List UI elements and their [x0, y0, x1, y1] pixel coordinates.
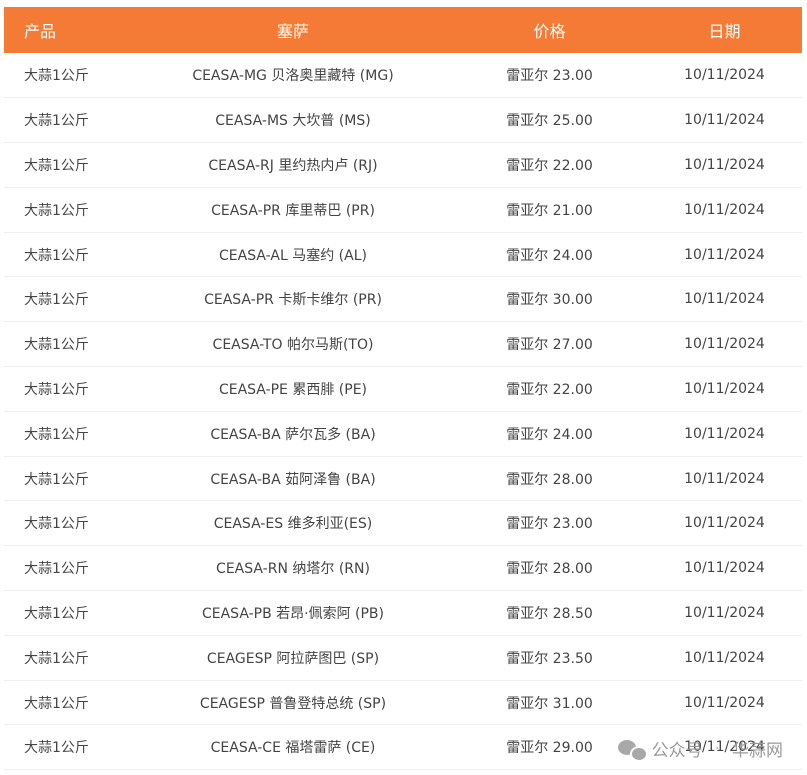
cell-price: 雷亚尔 28.00 [506, 561, 593, 578]
cell-ceasa: CEASA-MG 贝洛奥里藏特 (MG) [192, 68, 394, 85]
cell-ceasa: CEASA-ES 维多利亚(ES) [213, 516, 373, 533]
cell-price: 雷亚尔 31.00 [506, 695, 593, 712]
cell-ceasa: CEASA-TO 帕尔马斯(TO) [212, 337, 374, 354]
cell-price: 雷亚尔 30.00 [506, 292, 593, 309]
watermark: 公众号 · 华蒜网 [617, 736, 783, 762]
header-ceasa: 塞萨 [276, 22, 309, 41]
cell-price: 雷亚尔 23.00 [506, 516, 593, 533]
cell-product: 大蒜1公斤 [24, 68, 89, 85]
cell-product: 大蒜1公斤 [24, 605, 89, 622]
cell-ceasa: CEAGESP 阿拉萨图巴 (SP) [206, 650, 380, 667]
cell-product: 大蒜1公斤 [24, 516, 89, 533]
cell-ceasa: CEASA-CE 福塔雷萨 (CE) [210, 740, 376, 757]
cell-ceasa: CEASA-RN 纳塔尔 (RN) [216, 561, 370, 578]
cell-product: 大蒜1公斤 [24, 113, 89, 130]
table-row: 大蒜1公斤 CEAGESP 阿拉萨图巴 (SP) 雷亚尔 23.50 10/11/20… [4, 635, 802, 681]
cell-price: 雷亚尔 22.00 [506, 381, 593, 398]
watermark-name: 华蒜网 [732, 741, 783, 761]
cell-price: 雷亚尔 25.00 [506, 113, 593, 130]
table-row: 大蒜1公斤 CEASA-TO 帕尔马斯(TO) 雷亚尔 27.00 10/11/202… [4, 322, 802, 367]
header-row: 产品 塞萨 价格 日期 [4, 7, 802, 53]
table-body: 大蒜1公斤 CEASA-MG 贝洛奥里藏特 (MG) 雷亚尔 23.00 10/11/… [4, 53, 802, 770]
cell-product: 大蒜1公斤 [24, 247, 89, 264]
cell-product: 大蒜1公斤 [24, 337, 89, 354]
cell-ceasa: CEASA-PR 库里蒂巴 (PR) [211, 202, 375, 219]
cell-product: 大蒜1公斤 [24, 471, 89, 488]
table-row: 大蒜1公斤 CEASA-ES 维多利亚(ES) 雷亚尔 23.00 10/11/202… [4, 501, 802, 546]
cell-ceasa: CEASA-PR 卡斯卡维尔 (PR) [204, 292, 382, 309]
header-price: 价格 [533, 22, 566, 41]
cell-product: 大蒜1公斤 [24, 157, 89, 174]
cell-product: 大蒜1公斤 [24, 381, 89, 398]
table-row: 大蒜1公斤 CEASA-PB 若昂·佩索阿 (PB) 雷亚尔 28.50 10/11/… [4, 591, 802, 636]
cell-ceasa: CEAGESP 普鲁登特总统 (SP) [199, 695, 387, 712]
table-row: 大蒜1公斤 CEASA-PR 库里蒂巴 (PR) 雷亚尔 21.00 10/11/20… [4, 187, 802, 233]
table-row: 大蒜1公斤 CEASA-PE 累西腓 (PE) 雷亚尔 22.00 10/11/202… [4, 367, 802, 412]
cell-price: 雷亚尔 21.00 [506, 202, 593, 219]
wechat-icon [617, 738, 648, 762]
cell-price: 雷亚尔 28.00 [506, 471, 593, 488]
cell-ceasa: CEASA-PB 若昂·佩索阿 (PB) [201, 605, 385, 622]
table-row: 大蒜1公斤 CEASA-BA 萨尔瓦多 (BA) 雷亚尔 24.00 10/11/20… [4, 411, 802, 457]
cell-price: 雷亚尔 24.00 [506, 247, 593, 264]
table-row: 大蒜1公斤 CEASA-BA 茹阿泽鲁 (BA) 雷亚尔 28.00 10/11/20… [4, 456, 802, 501]
cell-product: 大蒜1公斤 [24, 561, 89, 578]
cell-product: 大蒜1公斤 [24, 426, 89, 443]
cell-date: 10/11/2024 [684, 515, 765, 532]
cell-date: 10/11/2024 [684, 336, 765, 353]
cell-date: 10/11/2024 [684, 112, 765, 129]
cell-ceasa: CEASA-BA 萨尔瓦多 (BA) [210, 426, 376, 443]
price-table: 产品 塞萨 价格 日期 大蒜1公斤 CEASA-MG 贝洛奥里藏特 (MG) 雷亚尔… [4, 7, 802, 770]
cell-date: 10/11/2024 [684, 291, 765, 308]
price-table-container: 产品 塞萨 价格 日期 大蒜1公斤 CEASA-MG 贝洛奥里藏特 (MG) 雷亚尔… [4, 7, 802, 770]
cell-product: 大蒜1公斤 [24, 650, 89, 667]
cell-date: 10/11/2024 [684, 246, 765, 263]
watermark-separator: · [714, 738, 720, 759]
cell-ceasa: CEASA-MS 大坎普 (MS) [215, 113, 371, 130]
cell-ceasa: CEASA-RJ 里约热内卢 (RJ) [208, 157, 378, 174]
header-product: 产品 [24, 22, 57, 41]
cell-product: 大蒜1公斤 [24, 740, 89, 757]
cell-date: 10/11/2024 [684, 649, 765, 666]
cell-date: 10/11/2024 [684, 604, 765, 621]
cell-ceasa: CEASA-AL 马塞约 (AL) [219, 247, 367, 264]
header-date: 日期 [708, 22, 741, 41]
table-row: 大蒜1公斤 CEASA-AL 马塞约 (AL) 雷亚尔 24.00 10/11/202… [4, 232, 802, 277]
table-header: 产品 塞萨 价格 日期 [4, 7, 802, 53]
cell-date: 10/11/2024 [684, 201, 765, 218]
table-row: 大蒜1公斤 CEASA-RN 纳塔尔 (RN) 雷亚尔 28.00 10/11/202… [4, 546, 802, 591]
cell-date: 10/11/2024 [684, 470, 765, 487]
cell-date: 10/11/2024 [684, 156, 765, 173]
table-row: 大蒜1公斤 CEASA-MG 贝洛奥里藏特 (MG) 雷亚尔 23.00 10/11/… [4, 53, 802, 98]
cell-ceasa: CEASA-BA 茹阿泽鲁 (BA) [210, 471, 376, 488]
cell-product: 大蒜1公斤 [24, 292, 89, 309]
watermark-account-label: 公众号 [651, 741, 703, 761]
cell-ceasa: CEASA-PE 累西腓 (PE) [218, 381, 368, 398]
cell-product: 大蒜1公斤 [24, 202, 89, 219]
cell-price: 雷亚尔 28.50 [506, 605, 593, 622]
table-row: 大蒜1公斤 CEASA-RJ 里约热内卢 (RJ) 雷亚尔 22.00 10/11/2… [4, 143, 802, 188]
cell-price: 雷亚尔 23.00 [506, 68, 593, 85]
table-row: 大蒜1公斤 CEASA-PR 卡斯卡维尔 (PR) 雷亚尔 30.00 10/11/2… [4, 277, 802, 322]
cell-date: 10/11/2024 [684, 67, 765, 84]
cell-date: 10/11/2024 [684, 560, 765, 577]
cell-price: 雷亚尔 23.50 [506, 650, 593, 667]
cell-date: 10/11/2024 [684, 425, 765, 442]
cell-product: 大蒜1公斤 [24, 695, 89, 712]
cell-price: 雷亚尔 24.00 [506, 426, 593, 443]
table-row: 大蒜1公斤 CEASA-MS 大坎普 (MS) 雷亚尔 25.00 10/11/202… [4, 98, 802, 143]
cell-date: 10/11/2024 [684, 380, 765, 397]
cell-price: 雷亚尔 27.00 [506, 337, 593, 354]
cell-date: 10/11/2024 [684, 694, 765, 711]
cell-price: 雷亚尔 22.00 [506, 157, 593, 174]
table-row: 大蒜1公斤 CEAGESP 普鲁登特总统 (SP) 雷亚尔 31.00 10/11/2… [4, 680, 802, 725]
